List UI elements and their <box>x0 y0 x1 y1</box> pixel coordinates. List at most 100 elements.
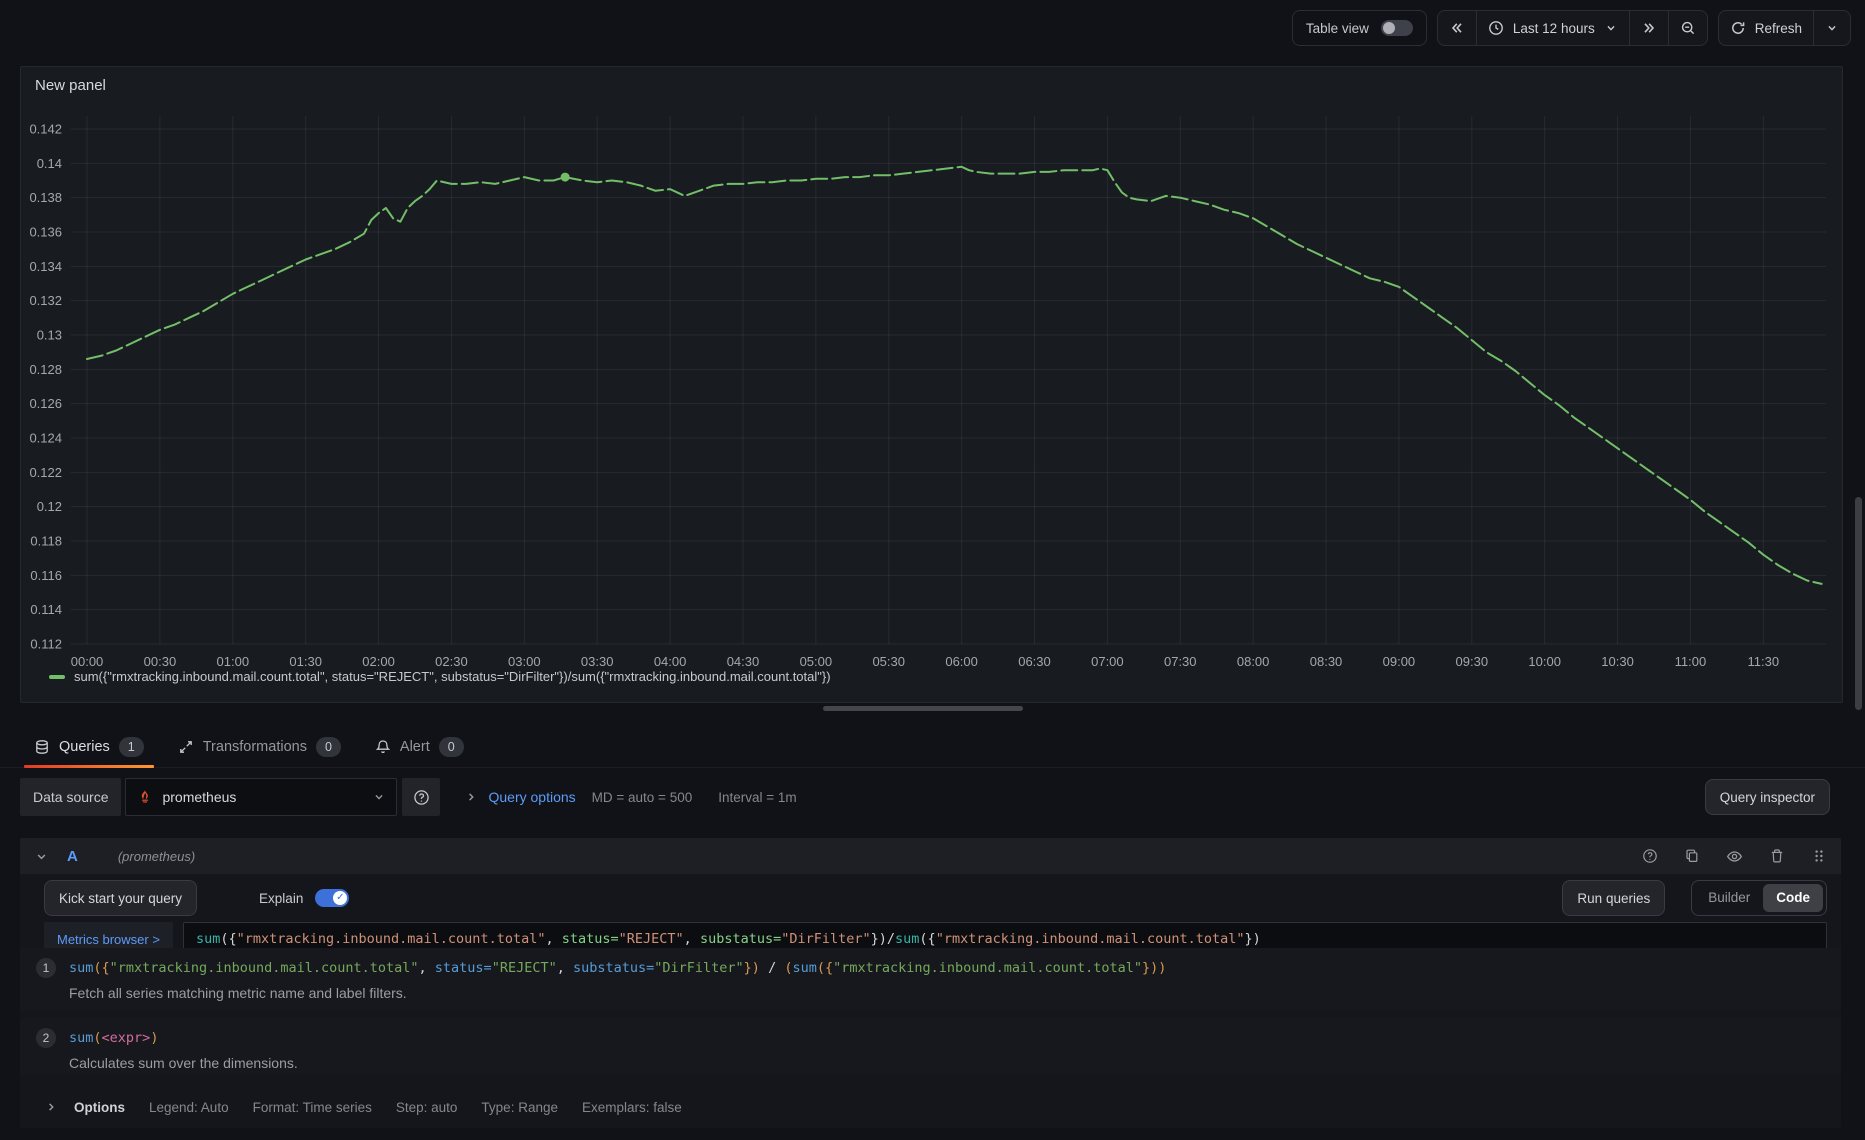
svg-text:10:00: 10:00 <box>1528 654 1561 669</box>
svg-text:10:30: 10:30 <box>1601 654 1634 669</box>
svg-text:11:00: 11:00 <box>1675 654 1707 669</box>
zoom-out-button[interactable] <box>1668 11 1707 45</box>
time-range-picker-button[interactable]: Last 12 hours <box>1476 11 1629 45</box>
refresh-button[interactable]: Refresh <box>1719 11 1813 45</box>
builder-option[interactable]: Builder <box>1695 884 1763 912</box>
svg-text:01:30: 01:30 <box>289 654 322 669</box>
svg-text:0.114: 0.114 <box>30 602 62 617</box>
tab-label: Transformations <box>203 739 307 755</box>
query-inspector-button[interactable]: Query inspector <box>1705 779 1830 815</box>
svg-text:0.136: 0.136 <box>29 225 62 240</box>
transformations-icon <box>178 739 194 755</box>
svg-text:08:30: 08:30 <box>1310 654 1343 669</box>
pane-resize-handle[interactable] <box>823 706 1023 711</box>
interval-stat: Interval = 1m <box>718 790 796 805</box>
kick-start-query-button[interactable]: Kick start your query <box>44 880 197 916</box>
builder-code-switch: Builder Code <box>1691 880 1827 916</box>
svg-text:09:00: 09:00 <box>1383 654 1416 669</box>
query-actions: Run queries Builder Code <box>1562 880 1827 916</box>
time-range-label: Last 12 hours <box>1513 21 1595 36</box>
time-series-chart[interactable]: 0.1420.140.1380.1360.1340.1320.130.1280.… <box>21 103 1842 681</box>
chevron-down-icon <box>1825 21 1839 35</box>
toggle-knob: ✓ <box>333 891 347 905</box>
svg-text:04:30: 04:30 <box>727 654 760 669</box>
time-shift-back-button[interactable] <box>1438 11 1476 45</box>
svg-text:02:00: 02:00 <box>362 654 395 669</box>
svg-text:08:00: 08:00 <box>1237 654 1270 669</box>
tab-count-badge: 0 <box>439 737 464 758</box>
legend-series-label: sum({"rmxtracking.inbound.mail.count.tot… <box>74 669 831 684</box>
table-view-label: Table view <box>1306 21 1369 36</box>
refresh-controls: Refresh <box>1718 10 1851 46</box>
svg-text:0.126: 0.126 <box>29 396 62 411</box>
datasource-picker[interactable]: prometheus <box>125 778 397 816</box>
svg-text:09:30: 09:30 <box>1456 654 1489 669</box>
duplicate-query-icon[interactable] <box>1684 848 1700 864</box>
delete-query-icon[interactable] <box>1769 848 1785 864</box>
chevrons-left-icon <box>1449 20 1465 36</box>
datasource-help-button[interactable] <box>402 778 440 816</box>
query-row-body: Kick start your query Explain ✓ Run quer… <box>20 874 1841 1128</box>
top-toolbar: Table view Last 12 hours <box>0 0 1865 56</box>
chart-legend[interactable]: sum({"rmxtracking.inbound.mail.count.tot… <box>49 669 831 684</box>
step-description: Calculates sum over the dimensions. <box>69 1055 1825 1071</box>
svg-text:0.128: 0.128 <box>29 362 62 377</box>
svg-text:01:00: 01:00 <box>217 654 250 669</box>
bell-icon <box>375 739 391 755</box>
query-ref-id[interactable]: A <box>67 848 78 865</box>
promql-query-text: sum({"rmxtracking.inbound.mail.count.tot… <box>196 931 1261 947</box>
explain-toggle[interactable]: ✓ <box>315 889 349 907</box>
table-view-toggle[interactable] <box>1381 20 1413 36</box>
time-shift-forward-button[interactable] <box>1629 11 1668 45</box>
svg-text:06:00: 06:00 <box>945 654 978 669</box>
query-toolbar-row: Kick start your query Explain ✓ Run quer… <box>44 880 1827 916</box>
options-legend: Legend: Auto <box>149 1100 229 1115</box>
prometheus-icon <box>136 788 154 806</box>
query-options-footer[interactable]: Options Legend: Auto Format: Time series… <box>44 1090 1827 1124</box>
explain-label: Explain <box>259 891 303 906</box>
tab-queries[interactable]: Queries 1 <box>24 727 154 767</box>
run-queries-button[interactable]: Run queries <box>1562 880 1665 916</box>
tab-alert[interactable]: Alert 0 <box>365 727 474 767</box>
table-view-control: Table view <box>1292 10 1427 46</box>
time-range-controls: Last 12 hours <box>1437 10 1708 46</box>
query-options-label: Query options <box>488 789 575 805</box>
options-format: Format: Time series <box>253 1100 372 1115</box>
explain-step-2: 2 sum(<expr>) Calculates sum over the di… <box>20 1018 1841 1074</box>
svg-text:04:00: 04:00 <box>654 654 687 669</box>
toggle-visibility-icon[interactable] <box>1726 848 1743 865</box>
query-row-header[interactable]: A (prometheus) <box>20 838 1841 874</box>
svg-text:06:30: 06:30 <box>1018 654 1051 669</box>
code-option[interactable]: Code <box>1763 884 1823 912</box>
svg-text:0.132: 0.132 <box>29 293 62 308</box>
check-icon: ✓ <box>336 893 344 903</box>
chevron-right-icon <box>464 790 478 804</box>
tab-count-badge: 1 <box>119 737 144 758</box>
svg-text:03:30: 03:30 <box>581 654 614 669</box>
query-help-icon[interactable] <box>1642 848 1658 864</box>
svg-text:0.142: 0.142 <box>29 122 62 137</box>
refresh-interval-dropdown[interactable] <box>1813 11 1850 45</box>
options-type: Type: Range <box>481 1100 558 1115</box>
step-code: sum({"rmxtracking.inbound.mail.count.tot… <box>69 960 1166 976</box>
tab-label: Queries <box>59 739 110 755</box>
legend-series-swatch <box>49 675 65 679</box>
datasource-row: Data source prometheus Query options MD … <box>20 778 1830 816</box>
drag-handle-icon[interactable] <box>1811 848 1827 864</box>
options-label: Options <box>74 1100 125 1115</box>
collapse-query-icon[interactable] <box>34 849 49 864</box>
svg-text:07:00: 07:00 <box>1091 654 1124 669</box>
svg-text:02:30: 02:30 <box>435 654 468 669</box>
tab-transformations[interactable]: Transformations 0 <box>168 727 351 767</box>
chevron-down-icon <box>372 790 386 804</box>
toggle-knob <box>1383 22 1395 34</box>
svg-text:0.12: 0.12 <box>37 499 62 514</box>
vertical-scrollbar-thumb[interactable] <box>1855 497 1862 710</box>
datasource-value: prometheus <box>162 789 236 805</box>
svg-text:0.13: 0.13 <box>37 328 62 343</box>
svg-text:0.116: 0.116 <box>30 568 62 583</box>
svg-text:00:30: 00:30 <box>144 654 177 669</box>
search-minus-icon <box>1680 20 1696 36</box>
query-options-toggle[interactable]: Query options <box>464 789 575 805</box>
explain-step-1: 1 sum({"rmxtracking.inbound.mail.count.t… <box>20 948 1841 1010</box>
